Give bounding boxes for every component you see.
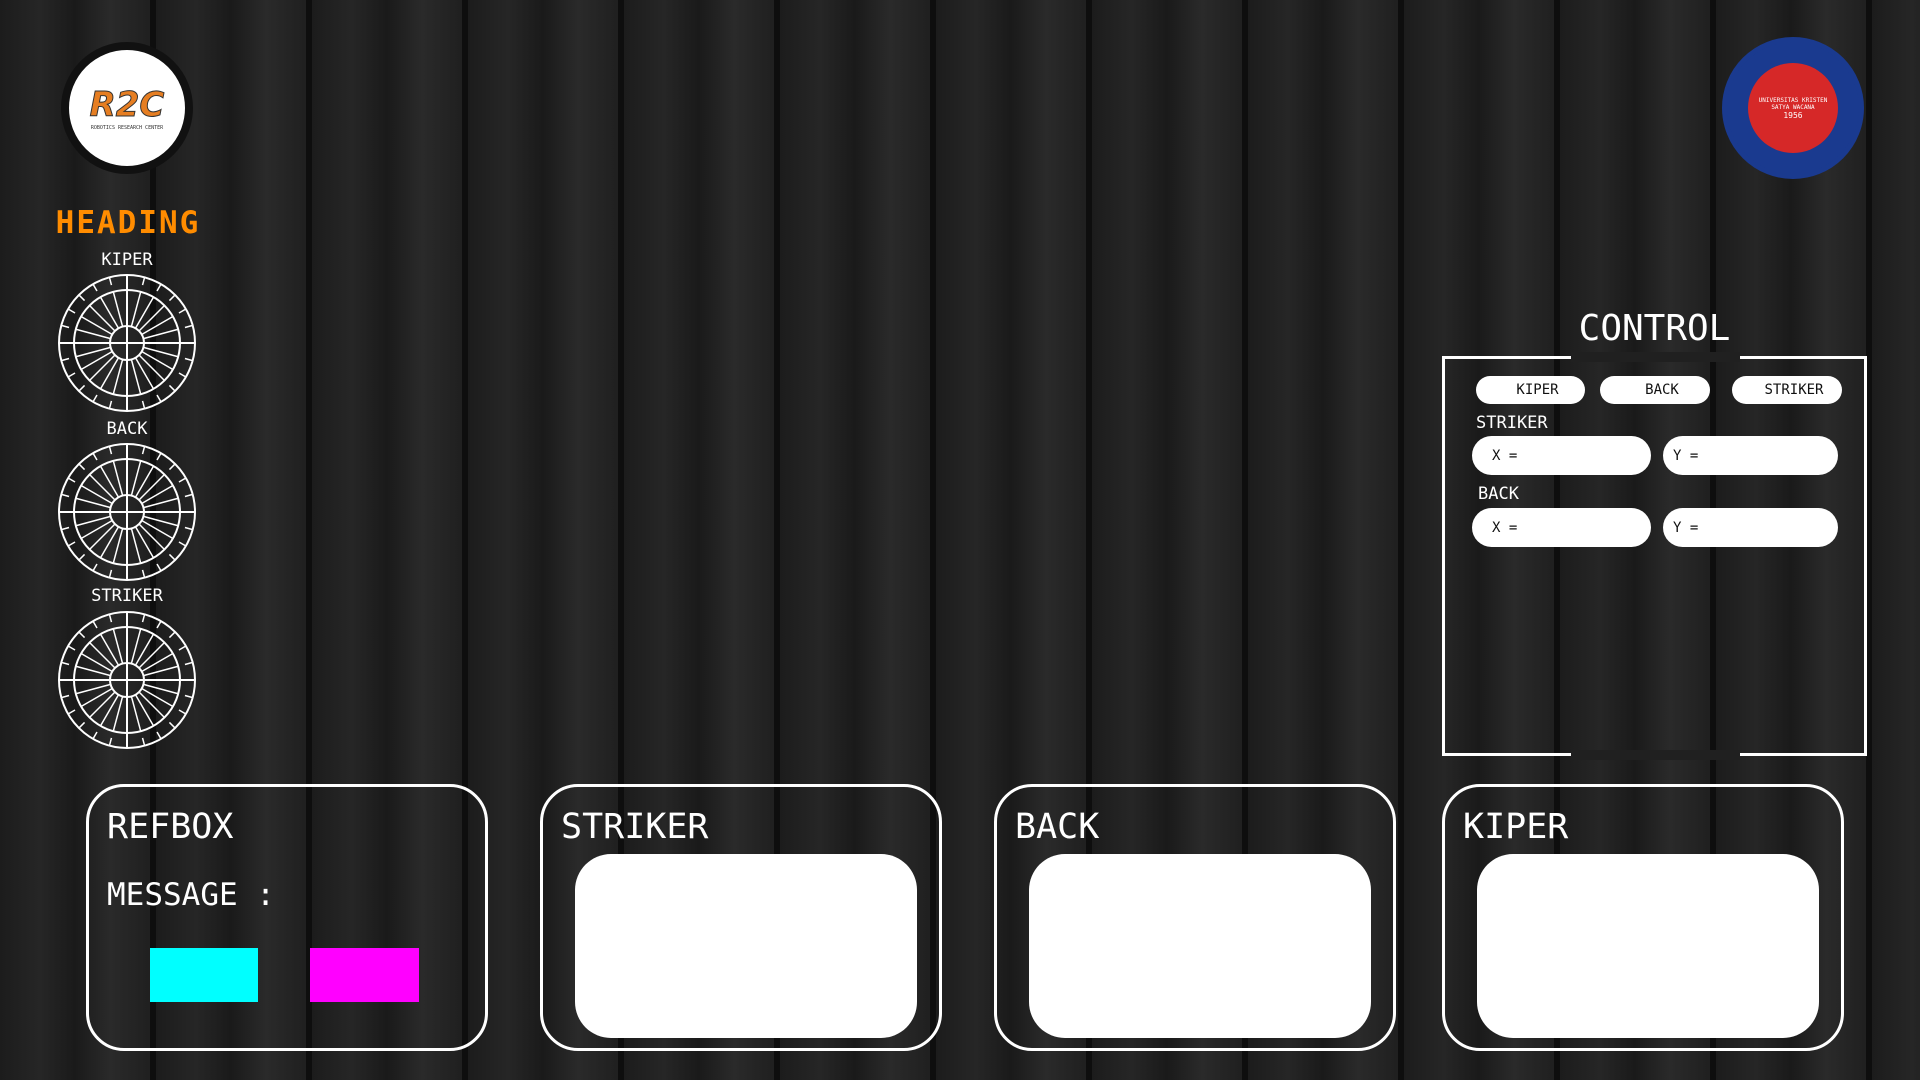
striker-heading-dial — [58, 611, 196, 749]
dial-label-kiper: KIPER — [101, 250, 153, 270]
refbox-title: REFBOX — [107, 807, 234, 847]
back-panel: BACK — [994, 784, 1396, 1051]
kiper-heading-dial — [58, 274, 196, 412]
r2c-logo-text: R2C — [89, 85, 165, 126]
striker-display — [575, 854, 917, 1038]
striker-coord-label: STRIKER — [1476, 413, 1548, 433]
uksw-logo: UNIVERSITAS KRISTEN SATYA WACANA 1956 — [1722, 37, 1864, 179]
heading-title: HEADING — [55, 205, 201, 241]
back-coord-label: BACK — [1478, 484, 1519, 504]
dial-label-striker: STRIKER — [91, 586, 163, 606]
striker-x-input[interactable]: X = — [1472, 436, 1651, 475]
back-panel-title: BACK — [1015, 807, 1100, 847]
back-display — [1029, 854, 1371, 1038]
striker-panel-title: STRIKER — [561, 807, 709, 847]
kiper-panel-title: KIPER — [1463, 807, 1569, 847]
back-x-input[interactable]: X = — [1472, 508, 1651, 547]
control-title: CONTROL — [1578, 308, 1731, 349]
control-kiper-button[interactable]: KIPER — [1476, 376, 1585, 404]
striker-panel: STRIKER — [540, 784, 942, 1051]
striker-y-input[interactable]: Y = — [1663, 436, 1838, 475]
uksw-logo-year: 1956 — [1783, 110, 1803, 120]
uksw-logo-text: UNIVERSITAS KRISTEN SATYA WACANA — [1758, 96, 1828, 111]
r2c-logo: R2C ROBOTICS RESEARCH CENTER — [61, 42, 193, 174]
refbox-panel: REFBOX MESSAGE : — [86, 784, 488, 1051]
kiper-display — [1477, 854, 1819, 1038]
control-back-button[interactable]: BACK — [1600, 376, 1710, 404]
back-heading-dial — [58, 443, 196, 581]
refbox-message-label: MESSAGE : — [107, 877, 275, 913]
control-border-gap-bottom — [1571, 750, 1740, 760]
kiper-panel: KIPER — [1442, 784, 1844, 1051]
dial-label-back: BACK — [106, 419, 148, 439]
control-striker-button[interactable]: STRIKER — [1732, 376, 1842, 404]
cyan-team-indicator — [150, 948, 258, 1002]
magenta-team-indicator — [310, 948, 419, 1002]
control-border-gap-top — [1571, 352, 1740, 362]
r2c-logo-subtitle: ROBOTICS RESEARCH CENTER — [90, 125, 164, 131]
back-y-input[interactable]: Y = — [1663, 508, 1838, 547]
